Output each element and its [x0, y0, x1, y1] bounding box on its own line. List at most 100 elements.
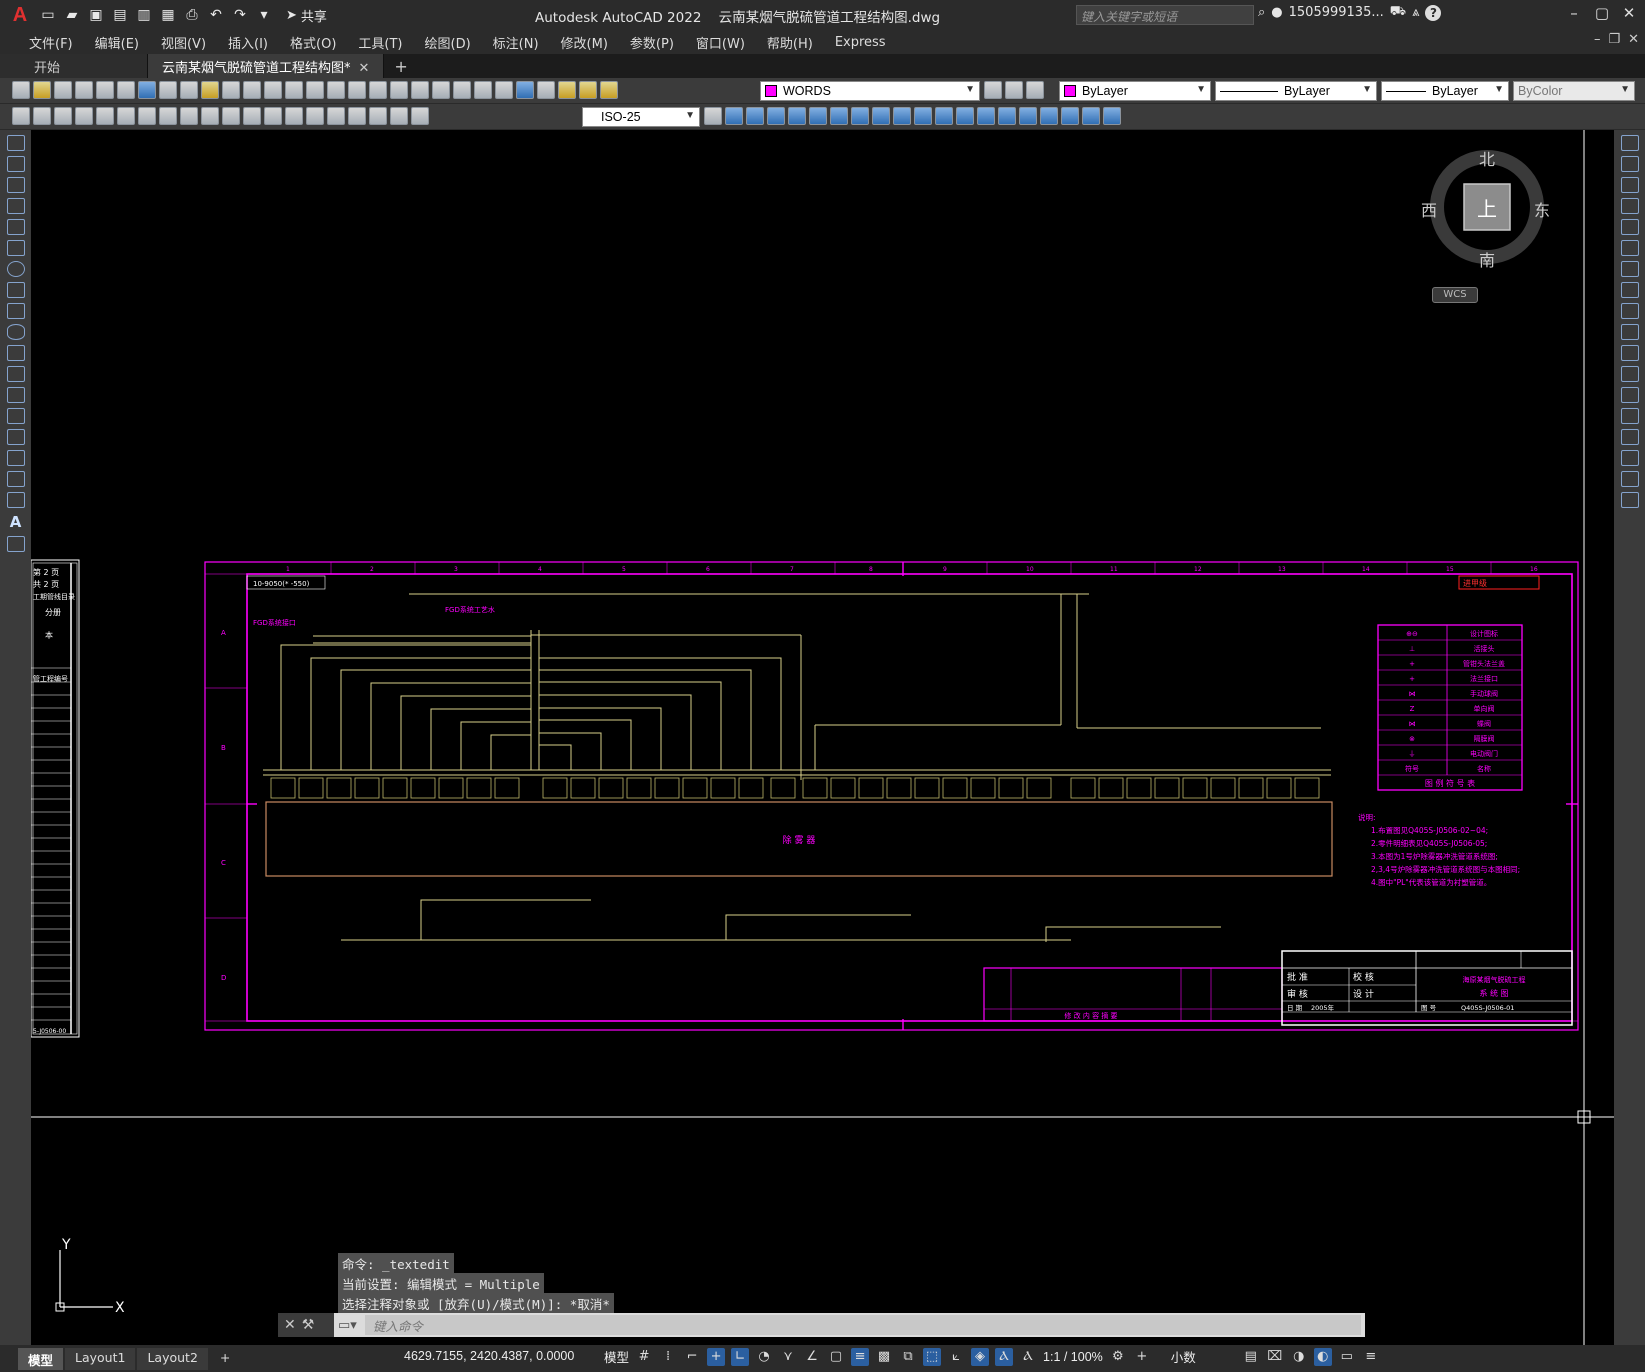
autodesk-app-icon[interactable]: ⩓ [1412, 5, 1419, 20]
plot-preview-icon[interactable] [96, 81, 114, 99]
plotstyle-dropdown[interactable]: ByColor ▼ [1513, 81, 1635, 101]
3d-osnap-icon[interactable]: ⬚ [923, 1347, 942, 1366]
polyline-icon[interactable] [6, 177, 25, 193]
table-icon[interactable] [6, 492, 25, 508]
add-selected-icon[interactable] [6, 536, 25, 552]
new-icon[interactable] [12, 81, 30, 99]
zoom-realtime-icon[interactable] [327, 81, 345, 99]
explode-tool-icon[interactable] [1620, 492, 1639, 508]
construction-line-icon[interactable] [6, 156, 25, 172]
join-icon[interactable] [977, 107, 995, 125]
array-tool-icon[interactable] [1620, 219, 1639, 235]
blend-tool-icon[interactable] [1620, 471, 1639, 487]
add-layout-button[interactable]: + [210, 1348, 240, 1370]
dim-continue-icon[interactable] [222, 107, 240, 125]
explode-icon[interactable] [1040, 107, 1058, 125]
tab-layout1[interactable]: Layout1 [65, 1347, 136, 1370]
extend-tool-icon[interactable] [1620, 345, 1639, 361]
copy-tool-icon[interactable] [1620, 156, 1639, 172]
isodraft-icon[interactable]: ⋎ [779, 1348, 797, 1366]
dim-space-icon[interactable] [243, 107, 261, 125]
plus-icon[interactable]: + [1133, 1348, 1151, 1366]
dynamic-input-icon[interactable]: + [707, 1347, 726, 1366]
object-snap-tracking-icon[interactable]: ∠ [803, 1348, 821, 1366]
dim-text-edit-icon[interactable] [390, 107, 408, 125]
menu-edit[interactable]: 编辑(E) [84, 33, 150, 52]
clean-screen-icon[interactable]: ▭ [1338, 1348, 1356, 1366]
web-mobile-open-icon[interactable]: ▥ [134, 5, 154, 25]
menu-format[interactable]: 格式(O) [279, 33, 347, 52]
compass-north[interactable]: 北 [1479, 146, 1495, 170]
scale-icon[interactable] [872, 107, 890, 125]
compass-east[interactable]: 东 [1534, 197, 1550, 221]
erase-tool-icon[interactable] [1620, 135, 1639, 151]
grid-icon[interactable]: # [635, 1348, 653, 1366]
quick-dim-icon[interactable] [180, 107, 198, 125]
viewcube-top-face[interactable]: 上 [1477, 193, 1497, 222]
draw-order-icon[interactable] [1061, 107, 1079, 125]
break-icon[interactable] [956, 107, 974, 125]
transparency-icon[interactable]: ▩ [875, 1348, 893, 1366]
lock-ui-icon[interactable]: ⌧ [1266, 1348, 1284, 1366]
dim-jogged-icon[interactable] [117, 107, 135, 125]
help-icon[interactable] [516, 81, 534, 99]
menu-express[interactable]: Express [824, 35, 897, 50]
cut-icon[interactable] [159, 81, 177, 99]
gradient-icon[interactable] [6, 450, 25, 466]
dim-arc-icon[interactable] [54, 107, 72, 125]
menu-modify[interactable]: 修改(M) [550, 33, 619, 52]
lineweight-icon[interactable]: ≡ [851, 1347, 870, 1366]
sheet-set-icon[interactable] [453, 81, 471, 99]
quick-properties-icon[interactable]: ▤ [1242, 1348, 1260, 1366]
plot-icon[interactable]: ⎙ [182, 5, 202, 25]
layer-properties-icon[interactable] [537, 81, 555, 99]
zoom-previous-icon[interactable] [369, 81, 387, 99]
dim-edit-icon[interactable] [369, 107, 387, 125]
hardware-acceleration-icon[interactable]: ◐ [1313, 1347, 1332, 1366]
rectangle-icon[interactable] [6, 219, 25, 235]
dim-linear-icon[interactable] [12, 107, 30, 125]
copy-icon[interactable] [180, 81, 198, 99]
dim-radius-icon[interactable] [96, 107, 114, 125]
menu-file[interactable]: 文件(F) [18, 33, 84, 52]
layer-on-icon[interactable] [558, 81, 576, 99]
tab-drawing[interactable]: 云南某烟气脱硫管道工程结构图* ✕ [148, 54, 385, 78]
zoom-window-icon[interactable] [348, 81, 366, 99]
units-dropdown[interactable]: 小数 [1171, 1347, 1196, 1366]
point-icon[interactable] [6, 408, 25, 424]
region-icon[interactable] [6, 471, 25, 487]
menu-window[interactable]: 窗口(W) [685, 33, 756, 52]
polar-tracking-icon[interactable]: ◔ [755, 1348, 773, 1366]
ortho-icon[interactable]: ∟ [731, 1347, 750, 1366]
menu-insert[interactable]: 插入(I) [217, 33, 279, 52]
break-at-point-icon[interactable] [1620, 366, 1639, 382]
cart-icon[interactable]: ⛟ [1390, 4, 1406, 21]
user-icon[interactable]: ● [1271, 5, 1282, 20]
undo-icon[interactable] [264, 81, 282, 99]
selection-cycling-icon[interactable]: ⧉ [899, 1348, 917, 1366]
wrench-icon[interactable]: ⚒ [302, 1317, 315, 1333]
help-button[interactable]: ? [1425, 4, 1442, 21]
wcs-menu[interactable]: WCS [1432, 287, 1478, 303]
dimstyle-dropdown[interactable]: ISO-25 ▼ [582, 107, 700, 127]
3d-dwf-icon[interactable] [138, 81, 156, 99]
erase-icon[interactable] [725, 107, 743, 125]
new-file-icon[interactable]: ▭ [38, 5, 58, 25]
drawing-canvas[interactable]: 第 2 页 共 2 页 工期管线目录 分册 本 管工程编号 5-J0506-00… [31, 130, 1614, 1345]
annotation-scale[interactable]: 1:1 / 100% [1043, 1350, 1103, 1364]
dim-baseline-icon[interactable] [201, 107, 219, 125]
spline-icon[interactable] [6, 303, 25, 319]
linetype-dropdown[interactable]: ByLayer ▼ [1215, 81, 1377, 101]
line-icon[interactable] [6, 135, 25, 151]
compass-west[interactable]: 西 [1421, 197, 1437, 221]
dim-angular-icon[interactable] [159, 107, 177, 125]
offset-tool-icon[interactable] [1620, 198, 1639, 214]
doc-restore-button[interactable]: ❐ [1608, 32, 1620, 47]
layer-thaw-icon[interactable] [579, 81, 597, 99]
undo-icon[interactable]: ↶ [206, 5, 226, 25]
multiline-text-icon[interactable]: A [0, 513, 31, 531]
minimize-button[interactable]: – [1560, 4, 1588, 26]
customization-icon[interactable]: ≡ [1362, 1348, 1380, 1366]
pan-icon[interactable] [306, 81, 324, 99]
insert-block-icon[interactable] [6, 366, 25, 382]
